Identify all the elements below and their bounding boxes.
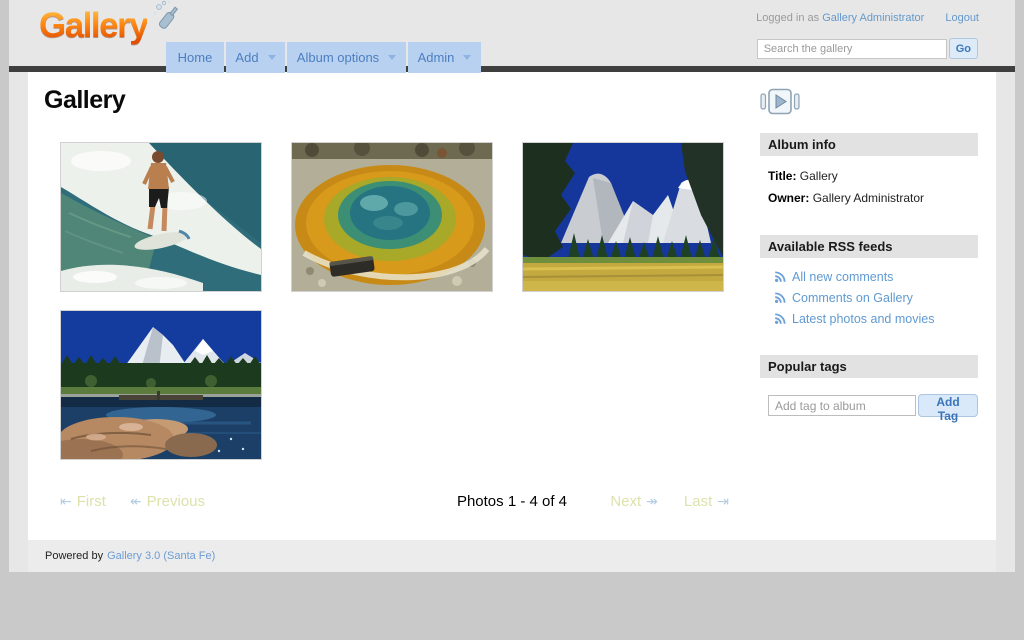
site-header: Gallery Logged in as Gallery Administrat… [9, 0, 1015, 66]
site-wrapper: Gallery Logged in as Gallery Administrat… [9, 0, 1015, 572]
site-footer: Powered by Gallery 3.0 (Santa Fe) [28, 540, 996, 572]
slideshow-play-icon [760, 88, 800, 115]
album-title-line: Title: Gallery [768, 169, 978, 183]
nav-add[interactable]: Add [226, 42, 285, 73]
rss-icon [774, 292, 786, 304]
album-owner-label: Owner: [768, 191, 809, 205]
pagination-first: ⇤ First [60, 493, 106, 510]
photo-thumbnail-lake[interactable] [61, 311, 261, 459]
nav-home[interactable]: Home [166, 42, 224, 73]
album-title-label: Title: [768, 169, 796, 183]
pagination-previous-label: Previous [147, 493, 205, 510]
nav-album-options[interactable]: Album options [287, 42, 406, 73]
pagination-last: Last ⇥ [684, 493, 729, 510]
nav-admin[interactable]: Admin [408, 42, 481, 73]
pagination: Photos 1 - 4 of 4 ⇤ First ↞ Previous Nex… [28, 493, 996, 513]
popular-tags-heading: Popular tags [760, 355, 978, 378]
nav-admin-label: Admin [418, 50, 455, 65]
lake-image [61, 311, 261, 459]
rss-feed-list: All new comments Comments on Gallery [774, 270, 978, 326]
rss-link-all-new-comments[interactable]: All new comments [774, 270, 978, 284]
album-owner-value: Gallery Administrator [813, 191, 924, 205]
valley-image [523, 143, 723, 291]
pagination-next-label: Next [610, 493, 641, 510]
rss-link-label: Latest photos and movies [792, 312, 934, 326]
nav-home-label: Home [178, 50, 213, 65]
nav-album-options-label: Album options [297, 50, 379, 65]
rss-feeds-heading: Available RSS feeds [760, 235, 978, 258]
photo-thumbnail-hot-spring[interactable] [292, 143, 492, 291]
rss-icon [774, 271, 786, 283]
pagination-next: Next ↠ [610, 493, 658, 510]
previous-page-icon: ↞ [130, 493, 142, 510]
rss-link-comments-on-gallery[interactable]: Comments on Gallery [774, 291, 978, 305]
chevron-down-icon [388, 55, 396, 60]
chevron-down-icon [463, 55, 471, 60]
slideshow-button[interactable] [760, 88, 800, 120]
album-owner-line: Owner: Gallery Administrator [768, 191, 978, 205]
pagination-first-label: First [77, 493, 106, 510]
add-tag-input[interactable] [768, 395, 916, 416]
album-info-heading: Album info [760, 133, 978, 156]
photo-thumbnail-valley[interactable] [523, 143, 723, 291]
page-title: Gallery [44, 86, 125, 115]
user-profile-link[interactable]: Gallery Administrator [822, 12, 924, 24]
next-page-icon: ↠ [646, 493, 658, 510]
first-page-icon: ⇤ [60, 493, 72, 510]
hot-spring-image [292, 143, 492, 291]
logged-in-text: Logged in as [756, 12, 819, 24]
add-tag-row: Add Tag [768, 394, 978, 417]
rss-icon [774, 313, 786, 325]
logout-link[interactable]: Logout [945, 12, 979, 24]
gallery-logo[interactable]: Gallery [39, 6, 169, 62]
pagination-right-group: Next ↠ Last ⇥ [610, 493, 729, 510]
search-input[interactable] [757, 39, 947, 59]
pagination-previous: ↞ Previous [130, 493, 205, 510]
last-page-icon: ⇥ [717, 493, 729, 510]
search-go-button[interactable]: Go [949, 38, 978, 59]
pagination-left-group: ⇤ First ↞ Previous [60, 493, 205, 510]
search-bar: Go [757, 38, 978, 59]
gallery-logo-text: Gallery [39, 6, 147, 45]
chevron-down-icon [268, 55, 276, 60]
add-tag-button[interactable]: Add Tag [918, 394, 978, 417]
album-title-value: Gallery [800, 169, 838, 183]
user-bar: Logged in as Gallery Administrator Logou… [756, 12, 979, 24]
main-nav: Home Add Album options Admin [166, 42, 483, 73]
gallery-version-link[interactable]: Gallery 3.0 (Santa Fe) [107, 550, 215, 562]
champagne-bottle-icon [151, 0, 185, 34]
sidebar: Album info Title: Gallery Owner: Gallery… [760, 88, 978, 417]
nav-add-label: Add [235, 50, 258, 65]
content-panel: Gallery [28, 72, 996, 540]
photo-thumbnail-surfer[interactable] [61, 143, 261, 291]
rss-link-latest-photos-and-movies[interactable]: Latest photos and movies [774, 312, 978, 326]
pagination-last-label: Last [684, 493, 712, 510]
rss-link-label: Comments on Gallery [792, 291, 913, 305]
powered-by-text: Powered by [45, 550, 103, 562]
rss-link-label: All new comments [792, 270, 893, 284]
surfer-image [61, 143, 261, 291]
